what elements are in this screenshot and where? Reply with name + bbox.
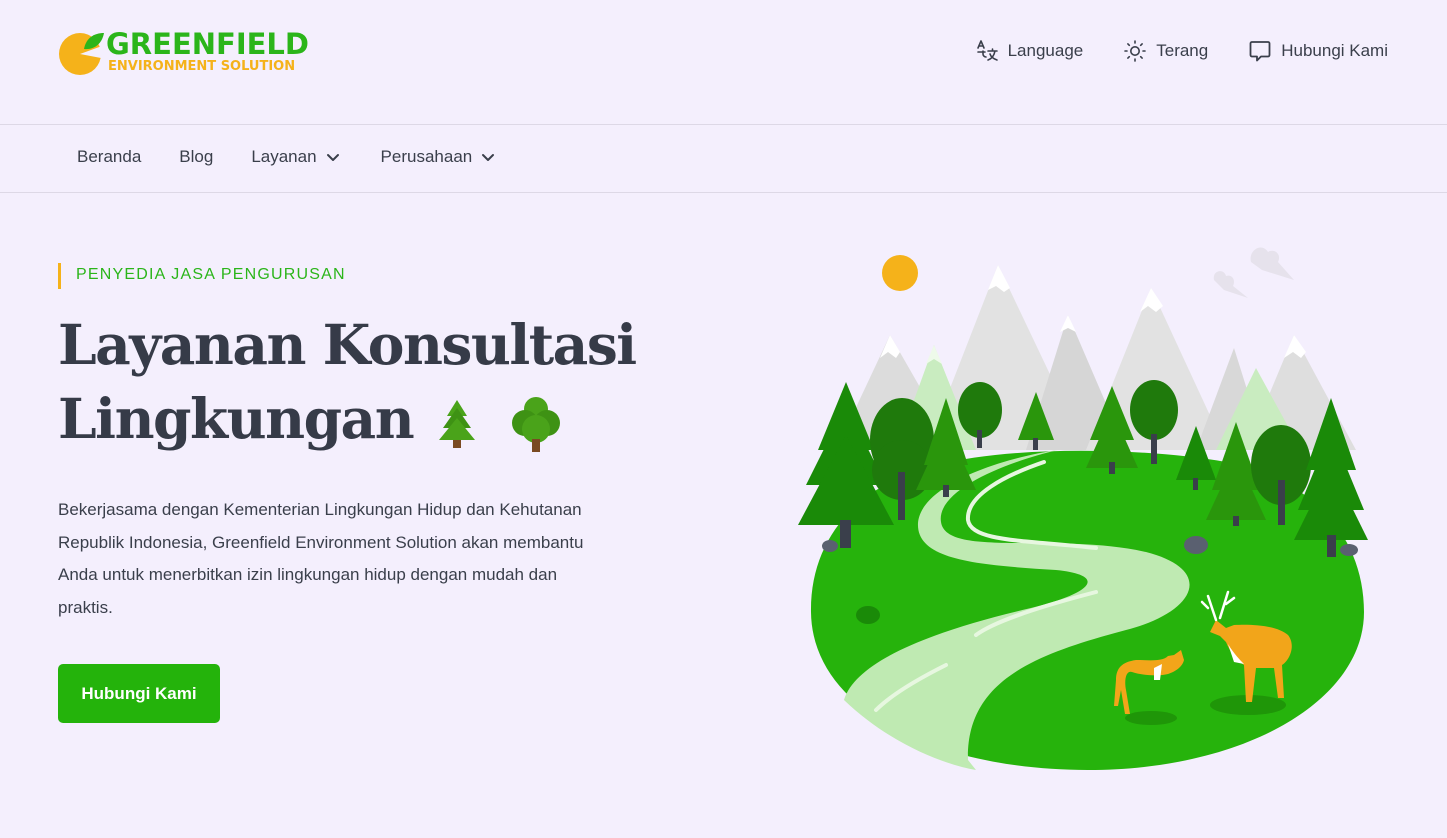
contact-cta-button[interactable]: Hubungi Kami bbox=[58, 664, 220, 723]
brand-name: GREENFIELD bbox=[106, 27, 309, 61]
hero-title-line1: Layanan Konsultasi bbox=[58, 312, 637, 377]
hero-description: Bekerjasama dengan Kementerian Lingkunga… bbox=[58, 500, 584, 617]
nav-label: Blog bbox=[179, 147, 214, 166]
sun-icon bbox=[1124, 40, 1147, 62]
hero-illustration bbox=[798, 247, 1368, 770]
logo-leaf-icon bbox=[59, 33, 104, 75]
theme-toggle-button[interactable]: Terang bbox=[1123, 36, 1208, 66]
theme-label: Terang bbox=[1156, 41, 1209, 60]
nav-item-layanan[interactable]: Layanan bbox=[251, 147, 340, 167]
translate-icon bbox=[976, 40, 998, 61]
language-button[interactable]: Language bbox=[975, 36, 1084, 66]
contact-header-button[interactable]: Hubungi Kami bbox=[1248, 36, 1388, 66]
nav-label: Layanan bbox=[251, 147, 317, 166]
sun-shape bbox=[882, 255, 918, 291]
contact-header-label: Hubungi Kami bbox=[1281, 41, 1388, 60]
hero-eyebrow: PENYEDIA JASA PENGURUSAN bbox=[58, 263, 346, 289]
nav-items: Beranda Blog Layanan Perusahaan bbox=[77, 147, 496, 167]
main-nav: Beranda Blog Layanan Perusahaan bbox=[0, 124, 1447, 193]
deciduous-tree-icon bbox=[512, 396, 561, 452]
chevron-down-icon bbox=[482, 154, 495, 161]
pine-tree-icon bbox=[439, 399, 476, 448]
chevron-down-icon bbox=[326, 154, 339, 161]
nav-label: Perusahaan bbox=[380, 147, 473, 166]
nav-item-perusahaan[interactable]: Perusahaan bbox=[381, 147, 497, 167]
brand-tagline: ENVIRONMENT SOLUTION bbox=[108, 59, 296, 74]
top-header: GREENFIELD ENVIRONMENT SOLUTION Language… bbox=[0, 0, 1447, 124]
brand-logo[interactable]: GREENFIELD ENVIRONMENT SOLUTION bbox=[58, 28, 328, 78]
nav-item-beranda[interactable]: Beranda bbox=[77, 147, 141, 167]
hero-title-line2: Lingkungan bbox=[58, 386, 415, 451]
nav-label: Beranda bbox=[77, 147, 142, 166]
cloud-shapes bbox=[1213, 247, 1294, 298]
chat-bubble-icon bbox=[1249, 41, 1271, 62]
language-label: Language bbox=[1007, 41, 1084, 60]
hero-title: Layanan Konsultasi Lingkungan bbox=[58, 308, 698, 456]
nav-item-blog[interactable]: Blog bbox=[179, 147, 213, 167]
header-actions: Language Terang Hubungi Kami bbox=[975, 36, 1388, 66]
